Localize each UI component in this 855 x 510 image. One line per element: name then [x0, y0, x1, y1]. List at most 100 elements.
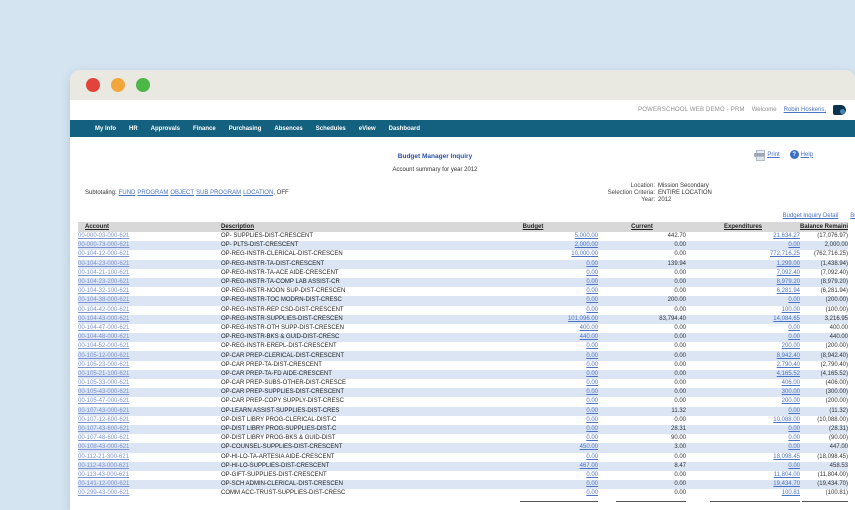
account-link[interactable]: 00-104-32-100-621 — [78, 288, 129, 294]
account-link[interactable]: 00-108-43-000-621 — [78, 444, 129, 450]
account-link[interactable]: 00-112-21-300-621 — [78, 454, 129, 460]
budget-amount-link[interactable]: 0.00 — [586, 261, 598, 267]
account-link[interactable]: 00-104-43-000-621 — [78, 316, 129, 322]
account-link[interactable]: 00-141-12-000-621 — [78, 481, 129, 487]
nav-item-dashboard[interactable]: Dashboard — [389, 126, 420, 132]
help-button[interactable]: ? Help — [789, 150, 813, 159]
expenditures-amount-link[interactable]: 8,942.40 — [777, 353, 800, 359]
expenditures-amount-link[interactable]: 0.00 — [788, 435, 800, 441]
budget-amount-link[interactable]: 0.00 — [586, 307, 598, 313]
account-link[interactable]: 00-299-43-000-621 — [78, 490, 129, 496]
account-link[interactable]: 00-104-52-000-621 — [78, 343, 129, 349]
budget-amount-link[interactable]: 0.00 — [586, 454, 598, 460]
nav-item-absences[interactable]: Absences — [274, 126, 302, 132]
budget-amount-link[interactable]: 0.00 — [586, 279, 598, 285]
minimize-window-icon[interactable] — [111, 78, 125, 92]
nav-item-hr[interactable]: HR — [129, 126, 138, 132]
budget-amount-link[interactable]: 0.00 — [586, 270, 598, 276]
subtotal-link-fund[interactable]: FUND — [119, 190, 136, 196]
account-link[interactable]: 00-104-47-000-621 — [78, 325, 129, 331]
expenditures-amount-link[interactable]: 100.81 — [782, 490, 800, 496]
budget-amount-link[interactable]: 0.00 — [586, 380, 598, 386]
budget-amount-link[interactable]: 0.00 — [586, 297, 598, 303]
account-link[interactable]: 00-105-12-000-621 — [78, 353, 129, 359]
expenditures-amount-link[interactable]: 0.00 — [788, 334, 800, 340]
account-link[interactable]: 00-105-43-000-621 — [78, 389, 129, 395]
expenditures-amount-link[interactable]: 0.00 — [788, 463, 800, 469]
expenditures-amount-link[interactable]: 1,299.00 — [777, 261, 800, 267]
account-link[interactable]: 00-104-23-000-621 — [78, 261, 129, 267]
budget-amount-link[interactable]: 0.00 — [586, 481, 598, 487]
expenditures-amount-link[interactable]: 14,084.65 — [773, 316, 800, 322]
link-budget-inquiry[interactable]: Budget Inquiry — [850, 213, 855, 219]
account-link[interactable]: 00-113-43-000-621 — [78, 472, 129, 478]
budget-amount-link[interactable]: 5,000.00 — [575, 233, 598, 239]
expenditures-amount-link[interactable]: 772,716.25 — [770, 251, 800, 257]
budget-amount-link[interactable]: 0.00 — [586, 426, 598, 432]
budget-amount-link[interactable]: 0.00 — [586, 389, 598, 395]
account-link[interactable]: 00-105-33-000-621 — [78, 380, 129, 386]
print-link[interactable]: Print — [767, 152, 779, 158]
nav-item-eview[interactable]: eView — [359, 126, 376, 132]
account-link[interactable]: 00-000-73-000-621 — [78, 242, 129, 248]
expenditures-amount-link[interactable]: 6,281.94 — [777, 288, 800, 294]
user-link[interactable]: Robin Hoskens, — [784, 107, 826, 113]
nav-item-purchasing[interactable]: Purchasing — [229, 126, 262, 132]
expenditures-amount-link[interactable]: 406.00 — [782, 380, 800, 386]
budget-amount-link[interactable]: 0.00 — [586, 398, 598, 404]
column-header-expenditures[interactable]: Expenditures — [686, 222, 800, 232]
account-link[interactable]: 00-104-42-000-621 — [78, 307, 129, 313]
column-header-current[interactable]: Current — [598, 222, 686, 232]
close-window-icon[interactable] — [86, 78, 100, 92]
account-link[interactable]: 00-107-12-600-621 — [78, 417, 129, 423]
budget-amount-link[interactable]: 0.00 — [586, 288, 598, 294]
account-link[interactable]: 00-104-38-000-621 — [78, 297, 129, 303]
help-link[interactable]: Help — [801, 152, 813, 158]
budget-amount-link[interactable]: 467.00 — [580, 463, 598, 469]
account-link[interactable]: 00-104-48-000-621 — [78, 334, 129, 340]
subtotal-link-sub-program[interactable]: SUB PROGRAM — [196, 190, 241, 196]
budget-amount-link[interactable]: 0.00 — [586, 408, 598, 414]
account-link[interactable]: 00-107-48-600-621 — [78, 435, 129, 441]
expenditures-amount-link[interactable]: 18,098.45 — [773, 454, 800, 460]
expenditures-amount-link[interactable]: 0.00 — [788, 426, 800, 432]
budget-amount-link[interactable]: 0.00 — [586, 490, 598, 496]
expenditures-amount-link[interactable]: 7,092.40 — [777, 270, 800, 276]
account-link[interactable]: 00-104-23-200-621 — [78, 279, 129, 285]
column-header-balance[interactable]: Balance Remaining — [800, 222, 848, 232]
budget-amount-link[interactable]: 101,096.00 — [568, 316, 598, 322]
budget-amount-link[interactable]: 450.00 — [580, 444, 598, 450]
column-header-budget[interactable]: Budget — [468, 222, 598, 232]
expenditures-amount-link[interactable]: 300.00 — [782, 389, 800, 395]
subtotal-link-program[interactable]: PROGRAM — [137, 190, 168, 196]
print-button[interactable]: Print — [754, 150, 780, 161]
subtotal-link-object[interactable]: OBJECT — [170, 190, 194, 196]
nav-item-finance[interactable]: Finance — [193, 126, 216, 132]
budget-amount-link[interactable]: 0.00 — [586, 343, 598, 349]
expenditures-amount-link[interactable]: 19,434.70 — [773, 481, 800, 487]
account-link[interactable]: 00-107-43-600-621 — [78, 426, 129, 432]
nav-item-my-info[interactable]: My Info — [95, 126, 116, 132]
expenditures-amount-link[interactable]: 0.00 — [788, 325, 800, 331]
account-link[interactable]: 00-104-12-000-621 — [78, 251, 129, 257]
expenditures-amount-link[interactable]: 0.00 — [788, 408, 800, 414]
expenditures-amount-link[interactable]: 0.00 — [788, 297, 800, 303]
subtotal-link-location[interactable]: LOCATION — [243, 190, 273, 196]
account-link[interactable]: 00-112-43-000-621 — [78, 463, 129, 469]
link-budget-inquiry-detail[interactable]: Budget Inquiry Detail — [783, 213, 839, 219]
budget-amount-link[interactable]: 10,000.00 — [571, 251, 598, 257]
column-header-account[interactable]: Account — [78, 222, 221, 232]
expenditures-amount-link[interactable]: 2,790.40 — [777, 362, 800, 368]
account-link[interactable]: 00-105-47-000-621 — [78, 398, 129, 404]
expenditures-amount-link[interactable]: 200.00 — [782, 398, 800, 404]
budget-amount-link[interactable]: 0.00 — [586, 353, 598, 359]
account-link[interactable]: 00-000-03-000-621 — [78, 233, 129, 239]
expenditures-amount-link[interactable]: 0.00 — [788, 444, 800, 450]
expenditures-amount-link[interactable]: 10,088.00 — [773, 417, 800, 423]
column-header-description[interactable]: Description — [221, 222, 468, 232]
budget-amount-link[interactable]: 440.00 — [580, 334, 598, 340]
expenditures-amount-link[interactable]: 200.00 — [782, 343, 800, 349]
budget-amount-link[interactable]: 0.00 — [586, 371, 598, 377]
expenditures-amount-link[interactable]: 11,804.00 — [774, 472, 800, 478]
budget-amount-link[interactable]: 0.00 — [586, 472, 598, 478]
